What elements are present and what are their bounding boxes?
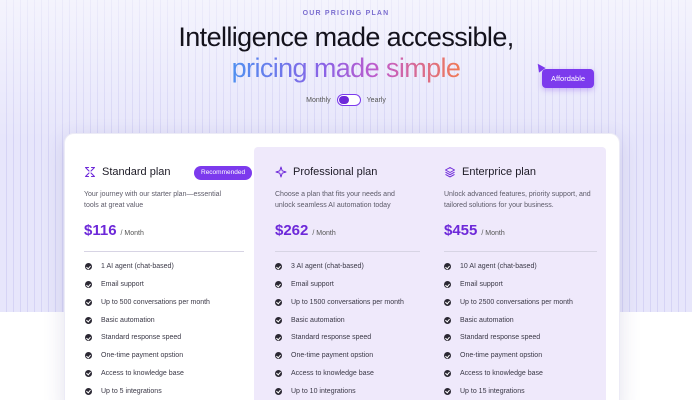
feature-item: Up to 5 integrations <box>85 382 210 400</box>
check-icon <box>275 316 282 324</box>
billing-toggle-row: Monthly Yearly <box>0 94 692 106</box>
price-row: $262 / Month <box>275 222 420 239</box>
feature-item: 1 AI agent (chat-based) <box>85 258 210 276</box>
plan-price: $455 <box>444 222 478 239</box>
feature-item: Access to knowledge base <box>275 365 404 383</box>
check-icon <box>275 369 282 377</box>
price-row: $455 / Month <box>444 222 597 239</box>
feature-item: Up to 10 integrations <box>275 382 404 400</box>
feature-item: Access to knowledge base <box>444 365 573 383</box>
feature-item: 10 AI agent (chat-based) <box>444 258 573 276</box>
plan-description: Choose a plan that fits your needs and u… <box>275 191 395 209</box>
feature-item: Email support <box>444 276 573 294</box>
price-period: / Month <box>312 230 336 237</box>
feature-item: Basic automation <box>444 311 573 329</box>
feature-item: Up to 2500 conversations per month <box>444 294 573 312</box>
billing-toggle-switch[interactable] <box>336 94 361 106</box>
page-headline: Intelligence made accessible, <box>178 22 514 52</box>
check-icon <box>85 334 92 342</box>
check-icon <box>444 352 451 360</box>
check-icon <box>275 298 282 306</box>
check-icon <box>275 352 282 360</box>
plan-standard: Standard plan Recommended Your journey w… <box>84 163 253 252</box>
plan-professional: Professional plan Choose a plan that fit… <box>275 163 420 252</box>
feature-item: 3 AI agent (chat-based) <box>275 258 404 276</box>
plan-description: Your journey with our starter plan—essen… <box>84 191 222 209</box>
feature-item: Email support <box>85 276 210 294</box>
plan-name: Professional plan <box>293 166 378 178</box>
recommended-badge: Recommended <box>194 166 253 180</box>
plan-divider <box>84 251 244 252</box>
sparkle-icon <box>275 166 287 178</box>
feature-item: Standard response speed <box>444 329 573 347</box>
feature-item: Basic automation <box>275 311 404 329</box>
price-period: / Month <box>120 230 144 237</box>
check-icon <box>275 387 282 395</box>
check-icon <box>85 352 92 360</box>
check-icon <box>85 387 92 395</box>
monthly-label[interactable]: Monthly <box>306 97 331 104</box>
feature-list-professional: 3 AI agent (chat-based) Email support Up… <box>275 258 404 400</box>
check-icon <box>275 263 282 271</box>
feature-item: Up to 1500 conversations per month <box>275 294 404 312</box>
feature-item: Basic automation <box>85 311 210 329</box>
plan-name: Enterprice plan <box>462 166 536 178</box>
check-icon <box>85 263 92 271</box>
affordable-tag: Affordable <box>542 69 595 88</box>
feature-list-standard: 1 AI agent (chat-based) Email support Up… <box>85 258 210 400</box>
check-icon <box>444 334 451 342</box>
feature-item: Standard response speed <box>85 329 210 347</box>
gradient-subheadline-text: pricing made simple <box>231 53 461 83</box>
plan-price: $262 <box>275 222 309 239</box>
check-icon <box>275 281 282 289</box>
plan-divider <box>275 251 420 252</box>
price-period: / Month <box>481 230 505 237</box>
feature-item: Up to 500 conversations per month <box>85 294 210 312</box>
plan-description: Unlock advanced features, priority suppo… <box>444 191 591 209</box>
plan-enterprise: Enterprice plan Unlock advanced features… <box>444 163 597 252</box>
feature-item: One-time payment opstion <box>444 347 573 365</box>
check-icon <box>275 334 282 342</box>
feature-list-enterprise: 10 AI agent (chat-based) Email support U… <box>444 258 573 400</box>
feature-item: Standard response speed <box>275 329 404 347</box>
feature-item: Email support <box>275 276 404 294</box>
toggle-knob <box>338 96 349 104</box>
check-icon <box>444 298 451 306</box>
check-icon <box>444 369 451 377</box>
sparkle-outline-icon <box>84 166 96 178</box>
check-icon <box>85 316 92 324</box>
yearly-label[interactable]: Yearly <box>367 97 386 104</box>
check-icon <box>444 387 451 395</box>
feature-item: One-time payment opstion <box>275 347 404 365</box>
check-icon <box>444 281 451 289</box>
check-icon <box>85 369 92 377</box>
feature-item: One-time payment opstion <box>85 347 210 365</box>
plan-divider <box>444 251 597 252</box>
price-row: $116 / Month <box>84 222 244 239</box>
check-icon <box>85 281 92 289</box>
eyebrow-label: OUR PRICING PLAN <box>302 10 390 17</box>
feature-item: Access to knowledge base <box>85 365 210 383</box>
check-icon <box>85 298 92 306</box>
check-icon <box>444 316 451 324</box>
feature-item: Up to 15 integrations <box>444 382 573 400</box>
plan-name: Standard plan <box>102 166 171 178</box>
plan-price: $116 <box>84 222 117 239</box>
check-icon <box>444 263 451 271</box>
layers-icon <box>445 167 455 178</box>
